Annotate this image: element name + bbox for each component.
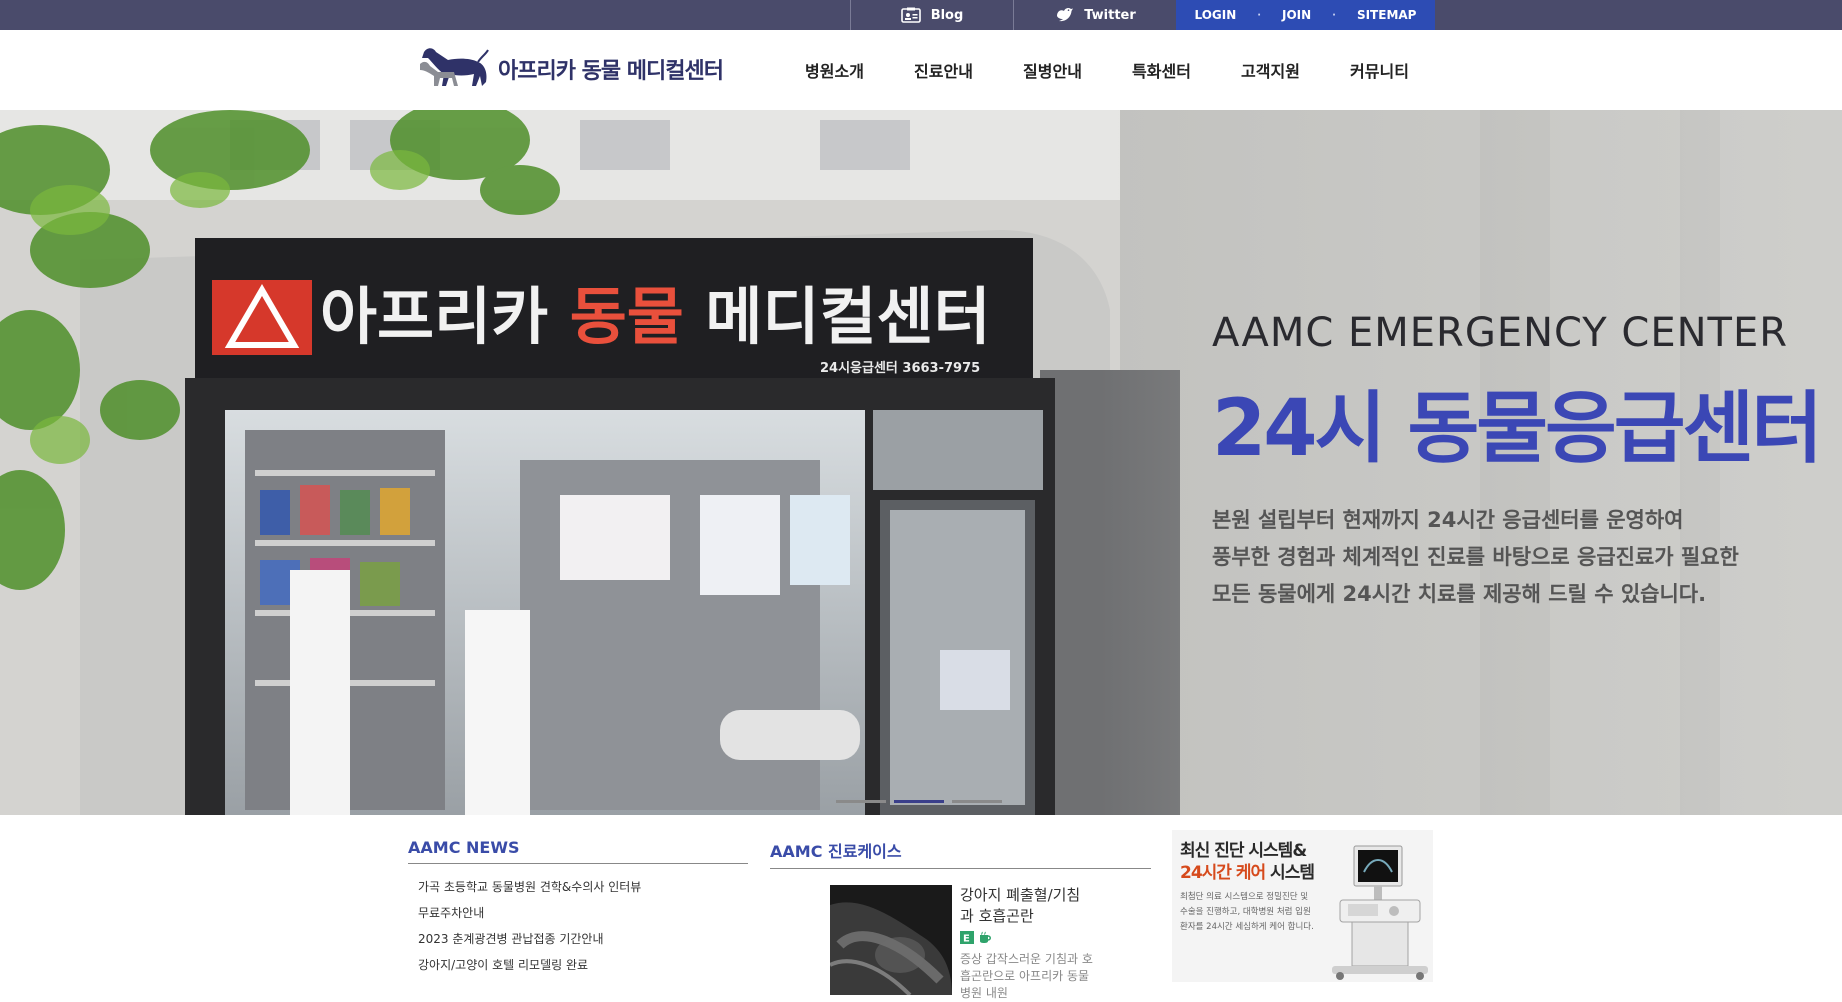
slider-dot-active[interactable] bbox=[894, 800, 944, 803]
news-item[interactable]: 2023 춘계광견병 관납접종 기간안내 bbox=[418, 926, 748, 952]
news-item[interactable]: 가곡 초등학교 동물병원 견학&수의사 인터뷰 bbox=[418, 874, 748, 900]
nav-item-customer-support[interactable]: 고객지원 bbox=[1216, 58, 1325, 82]
nav-item-about[interactable]: 병원소개 bbox=[780, 58, 889, 82]
id-card-icon bbox=[900, 7, 921, 23]
logo-text: 아프리카 동물 메디컬센터 bbox=[498, 59, 724, 84]
site-logo[interactable]: 아프리카 동물 메디컬센터 bbox=[418, 42, 724, 96]
store-sign-text: 아프리카 동물 메디컬센터 bbox=[320, 280, 991, 353]
auth-links: LOGIN · JOIN · SITEMAP bbox=[1176, 0, 1435, 30]
separator: · bbox=[1332, 9, 1336, 21]
news-section: AAMC NEWS 가곡 초등학교 동물병원 견학&수의사 인터뷰 무료주차안내… bbox=[408, 838, 748, 978]
top-utility-bar: Blog Twitter LOGIN · JOIN · SITEMAP bbox=[0, 0, 1842, 30]
blog-link[interactable]: Blog bbox=[850, 0, 1013, 30]
news-title[interactable]: AAMC NEWS bbox=[408, 838, 748, 864]
nav-item-treatment[interactable]: 진료안내 bbox=[889, 58, 998, 82]
cup-icon bbox=[978, 929, 992, 948]
hero-description-line: 본원 설립부터 현재까지 24시간 응급센터를 운영하여 bbox=[1212, 508, 1684, 532]
login-link[interactable]: LOGIN bbox=[1194, 8, 1236, 22]
separator: · bbox=[1257, 9, 1262, 21]
store-sign-phone: 24시응급센터 3663-7975 bbox=[820, 360, 980, 376]
main-nav: 병원소개 진료안내 질병안내 특화센터 고객지원 커뮤니티 bbox=[780, 30, 1434, 110]
hero-description: 본원 설립부터 현재까지 24시간 응급센터를 운영하여 풍부한 경험과 체계적… bbox=[1212, 502, 1820, 613]
case-title[interactable]: 강아지 폐출혈/기침과 호흡곤란 bbox=[960, 885, 1090, 927]
hero-description-line: 모든 동물에게 24시간 치료를 제공해 드릴 수 있습니다. bbox=[1212, 582, 1707, 606]
join-link[interactable]: JOIN bbox=[1282, 8, 1311, 22]
case-badges: E bbox=[960, 929, 992, 948]
slider-pagination bbox=[836, 800, 1002, 803]
promo-headline-accent: 24시간 케어 bbox=[1180, 863, 1266, 883]
hero-text: AAMC EMERGENCY CENTER 24시 동물응급센터 본원 설립부터… bbox=[1212, 310, 1823, 613]
slider-dot[interactable] bbox=[836, 800, 886, 803]
sitemap-link[interactable]: SITEMAP bbox=[1357, 8, 1417, 22]
slider-dot[interactable] bbox=[952, 800, 1002, 803]
news-list: 가곡 초등학교 동물병원 견학&수의사 인터뷰 무료주차안내 2023 춘계광견… bbox=[408, 874, 748, 978]
news-item[interactable]: 무료주차안내 bbox=[418, 900, 748, 926]
blog-label: Blog bbox=[930, 7, 964, 23]
promo-banner[interactable]: 최신 진단 시스템& 24시간 케어 시스템 최첨단 의료 시스템으로 정밀진단… bbox=[1172, 830, 1433, 982]
nav-item-disease[interactable]: 질병안내 bbox=[998, 58, 1107, 82]
xray-thumbnail[interactable] bbox=[830, 885, 952, 995]
twitter-label: Twitter bbox=[1084, 7, 1136, 23]
nav-item-special-center[interactable]: 특화센터 bbox=[1107, 58, 1216, 82]
promo-headline-part1: 최신 진단 시스템& bbox=[1180, 841, 1307, 861]
twitter-link[interactable]: Twitter bbox=[1013, 0, 1176, 30]
cases-title[interactable]: AAMC 진료케이스 bbox=[770, 838, 1151, 869]
hero-eyebrow: AAMC EMERGENCY CENTER bbox=[1212, 310, 1789, 356]
top-utility-links: Blog Twitter LOGIN · JOIN · SITEMAP bbox=[850, 0, 1435, 30]
case-card: 강아지 폐출혈/기침과 호흡곤란 E 증상 갑작스러운 기침과 호흡곤란으로 아… bbox=[770, 885, 1151, 1000]
case-description: 증상 갑작스러운 기침과 호흡곤란으로 아프리카 동물병원 내원 bbox=[960, 952, 1093, 1000]
hero-description-line: 풍부한 경험과 체계적인 진료를 바탕으로 응급진료가 필요한 bbox=[1212, 545, 1739, 569]
hero-banner: 아프리카 동물 메디컬센터 24시응급센터 3663-7975 AAMC EME… bbox=[0, 110, 1842, 815]
hero-title: 24시 동물응급센터 bbox=[1212, 384, 1823, 474]
promo-headline-part2: 시스템 bbox=[1265, 863, 1315, 883]
news-item[interactable]: 강아지/고양이 호텔 리모델링 완료 bbox=[418, 952, 748, 978]
e-badge-icon: E bbox=[960, 929, 974, 948]
nav-item-community[interactable]: 커뮤니티 bbox=[1325, 58, 1434, 82]
promo-headline: 최신 진단 시스템& 24시간 케어 시스템 bbox=[1180, 840, 1315, 884]
cases-section: AAMC 진료케이스 강아지 폐출혈/기침과 호흡곤란 E 증상 갑작스러운 기… bbox=[770, 838, 1151, 1000]
bird-icon bbox=[1054, 7, 1074, 23]
svg-text:E: E bbox=[963, 934, 970, 945]
dog-cat-logo-icon bbox=[418, 42, 490, 96]
ultrasound-machine-icon bbox=[1322, 842, 1432, 982]
promo-text: 최첨단 의료 시스템으로 정밀진단 및 수술을 진행하고, 대학병원 처럼 입원… bbox=[1180, 892, 1314, 932]
site-header: 아프리카 동물 메디컬센터 병원소개 진료안내 질병안내 특화센터 고객지원 커… bbox=[0, 30, 1842, 110]
